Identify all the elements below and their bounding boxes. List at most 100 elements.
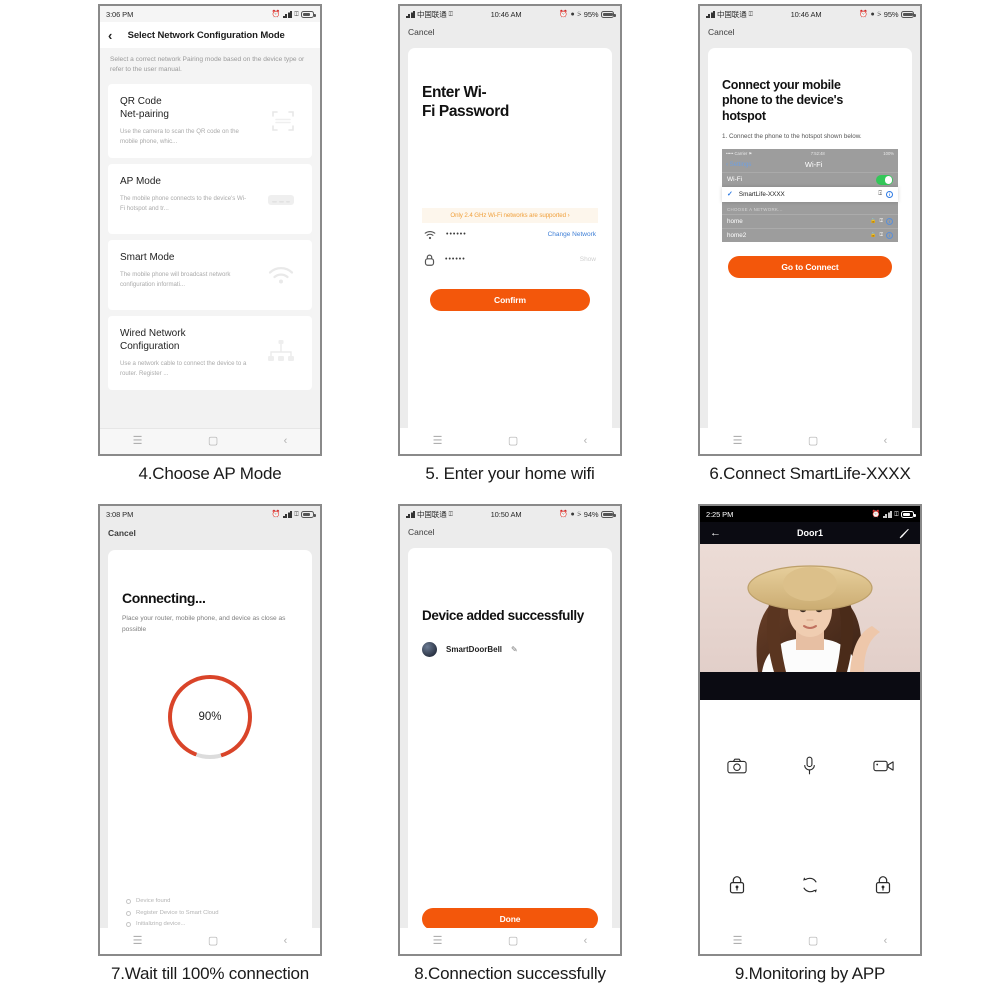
show-password-link[interactable]: Show: [580, 256, 596, 263]
system-navbar-5: ☰ ▢ ‹: [400, 428, 620, 454]
phone-frame-4: 3:06 PM ⏰ ⍐ ‹ Select Network Configurati…: [98, 4, 322, 456]
battery-icon: [601, 510, 616, 518]
wifi-icon: ⍐: [894, 510, 899, 518]
mock-selected-network[interactable]: ✓ SmartLife-XXXX ⍐ i: [722, 186, 898, 202]
wifi-band-note[interactable]: Only 2.4 GHz Wi-Fi networks are supporte…: [422, 207, 598, 223]
cancel-button[interactable]: Cancel: [100, 522, 320, 544]
content-stage-7: Connecting... Place your router, mobile …: [100, 544, 320, 954]
step-panel-4: 3:06 PM ⏰ ⍐ ‹ Select Network Configurati…: [60, 0, 360, 500]
menu-icon[interactable]: ☰: [733, 435, 743, 447]
change-network-link[interactable]: Change Network: [548, 231, 596, 238]
status-bar-9: 2:25 PM ⏰ ⍐: [700, 506, 920, 522]
step-panel-5: 中国联通 ⍐ 10:46 AM ⏰ ● ⍩ 95% Cancel Enter W…: [360, 0, 660, 500]
info-icon[interactable]: i: [886, 190, 893, 198]
cancel-button[interactable]: Cancel: [400, 522, 620, 542]
page-subtitle: Select a correct network Pairing mode ba…: [100, 48, 320, 85]
system-navbar-9: ☰ ▢ ‹: [700, 928, 920, 954]
card-desc: The mobile phone connects to the device'…: [120, 195, 247, 212]
connecting-title: Connecting...: [122, 590, 206, 606]
signal-icon: [706, 10, 715, 18]
mock-status-bar: ••••• Carrier ⚑ 7:52:48 100%: [722, 148, 898, 158]
back-icon[interactable]: ‹: [584, 935, 588, 947]
log-item: Device found: [126, 896, 219, 907]
back-icon[interactable]: ‹: [284, 436, 288, 447]
status-time: 3:08 PM: [106, 509, 134, 519]
done-button[interactable]: Done: [422, 908, 598, 930]
signal-icon: [882, 510, 892, 518]
signal-icon: [282, 10, 292, 18]
device-row[interactable]: SmartDoorBell ✎: [422, 642, 598, 658]
mock-network-row[interactable]: home 🔒 ⍐ i: [722, 213, 898, 228]
mock-back-link[interactable]: ‹ Settings: [726, 162, 751, 168]
mic-button[interactable]: [803, 756, 816, 775]
app-header-4: ‹ Select Network Configuration Mode: [100, 22, 320, 48]
signal-icon: [406, 10, 415, 18]
snapshot-button[interactable]: [727, 758, 747, 774]
list-item-ap-mode[interactable]: AP Mode The mobile phone connects to the…: [108, 164, 312, 235]
menu-icon[interactable]: ☰: [133, 935, 143, 947]
router-icon: [266, 188, 296, 210]
menu-icon[interactable]: ☰: [433, 435, 443, 447]
back-icon[interactable]: ‹: [584, 435, 588, 447]
home-icon[interactable]: ▢: [508, 435, 518, 447]
alarm-icon: ⏰: [271, 510, 281, 518]
back-icon[interactable]: ‹: [884, 935, 888, 947]
cancel-button[interactable]: Cancel: [700, 22, 920, 42]
status-bar-8: 中国联通 ⍐ 10:50 AM ⏰ ● ⍩ 94%: [400, 506, 620, 522]
selected-network-name: SmartLife-XXXX: [738, 190, 785, 198]
lock-icon: 🔒: [870, 218, 877, 225]
back-icon[interactable]: ‹: [284, 935, 288, 947]
device-added-card: Device added successfully SmartDoorBell …: [408, 548, 612, 954]
success-title: Device added successfully: [422, 608, 584, 623]
record-button[interactable]: [873, 759, 894, 773]
refresh-button[interactable]: [800, 875, 820, 895]
instruction-sheet: 3:06 PM ⏰ ⍐ ‹ Select Network Configurati…: [0, 0, 1000, 1000]
ssid-field[interactable]: •••••• Change Network: [422, 223, 598, 247]
info-icon[interactable]: i: [886, 231, 893, 239]
home-icon[interactable]: ▢: [808, 935, 818, 947]
video-toolbar-strip: [700, 672, 920, 700]
pencil-icon[interactable]: [899, 528, 910, 539]
mock-network-row[interactable]: home2 🔒 ⍐ i: [722, 227, 898, 242]
home-icon[interactable]: ▢: [808, 435, 818, 447]
lock-icon: 🔒: [870, 232, 877, 239]
card-desc: Use a network cable to connect the devic…: [120, 360, 247, 377]
hotspot-instruction-card: Connect your mobile phone to the device'…: [708, 48, 912, 454]
connecting-subtitle: Place your router, mobile phone, and dev…: [122, 615, 286, 633]
back-icon[interactable]: ‹: [884, 435, 888, 447]
back-icon[interactable]: ←: [710, 527, 721, 539]
status-bar-4: 3:06 PM ⏰ ⍐: [100, 6, 320, 22]
password-field[interactable]: •••••• Show: [422, 247, 598, 273]
wifi-toggle[interactable]: [876, 175, 893, 185]
list-item-wired-network[interactable]: Wired Network Configuration Use a networ…: [108, 316, 312, 391]
home-icon[interactable]: ▢: [208, 935, 218, 947]
list-item-smart-mode[interactable]: Smart Mode The mobile phone will broadca…: [108, 240, 312, 311]
progress-ring: 90%: [168, 675, 252, 760]
pencil-icon[interactable]: ✎: [511, 645, 518, 654]
status-time: 2:25 PM: [706, 509, 734, 519]
go-to-connect-button[interactable]: Go to Connect: [728, 255, 892, 278]
lock-right-button[interactable]: [875, 875, 891, 894]
alarm-icon: ⏰: [559, 510, 569, 518]
menu-icon[interactable]: ☰: [133, 436, 143, 447]
system-navbar-7: ☰ ▢ ‹: [100, 928, 320, 954]
menu-icon[interactable]: ☰: [733, 935, 743, 947]
home-icon[interactable]: ▢: [508, 935, 518, 947]
live-video-feed[interactable]: [700, 544, 920, 672]
mock-wifi-toggle-row[interactable]: Wi-Fi: [722, 171, 898, 187]
step-caption: 8.Connection successfully: [414, 964, 606, 983]
confirm-button[interactable]: Confirm: [430, 288, 590, 311]
wifi-icon: [424, 230, 436, 240]
wifi-signal-icon: [266, 264, 296, 286]
list-item-qr-code[interactable]: QR Code Net-pairing Use the camera to sc…: [108, 84, 312, 159]
card-desc: Use the camera to scan the QR code on th…: [120, 128, 239, 145]
menu-icon[interactable]: ☰: [433, 935, 443, 947]
card-title-line1: Wired Network: [120, 328, 186, 340]
alarm-icon: ⏰: [859, 10, 869, 18]
lock-left-button[interactable]: [729, 875, 745, 894]
cancel-button[interactable]: Cancel: [400, 22, 620, 42]
info-icon[interactable]: i: [886, 217, 893, 225]
home-icon[interactable]: ▢: [208, 436, 218, 447]
signal-icon: [282, 510, 292, 518]
mock-title: Wi-Fi: [804, 160, 823, 170]
